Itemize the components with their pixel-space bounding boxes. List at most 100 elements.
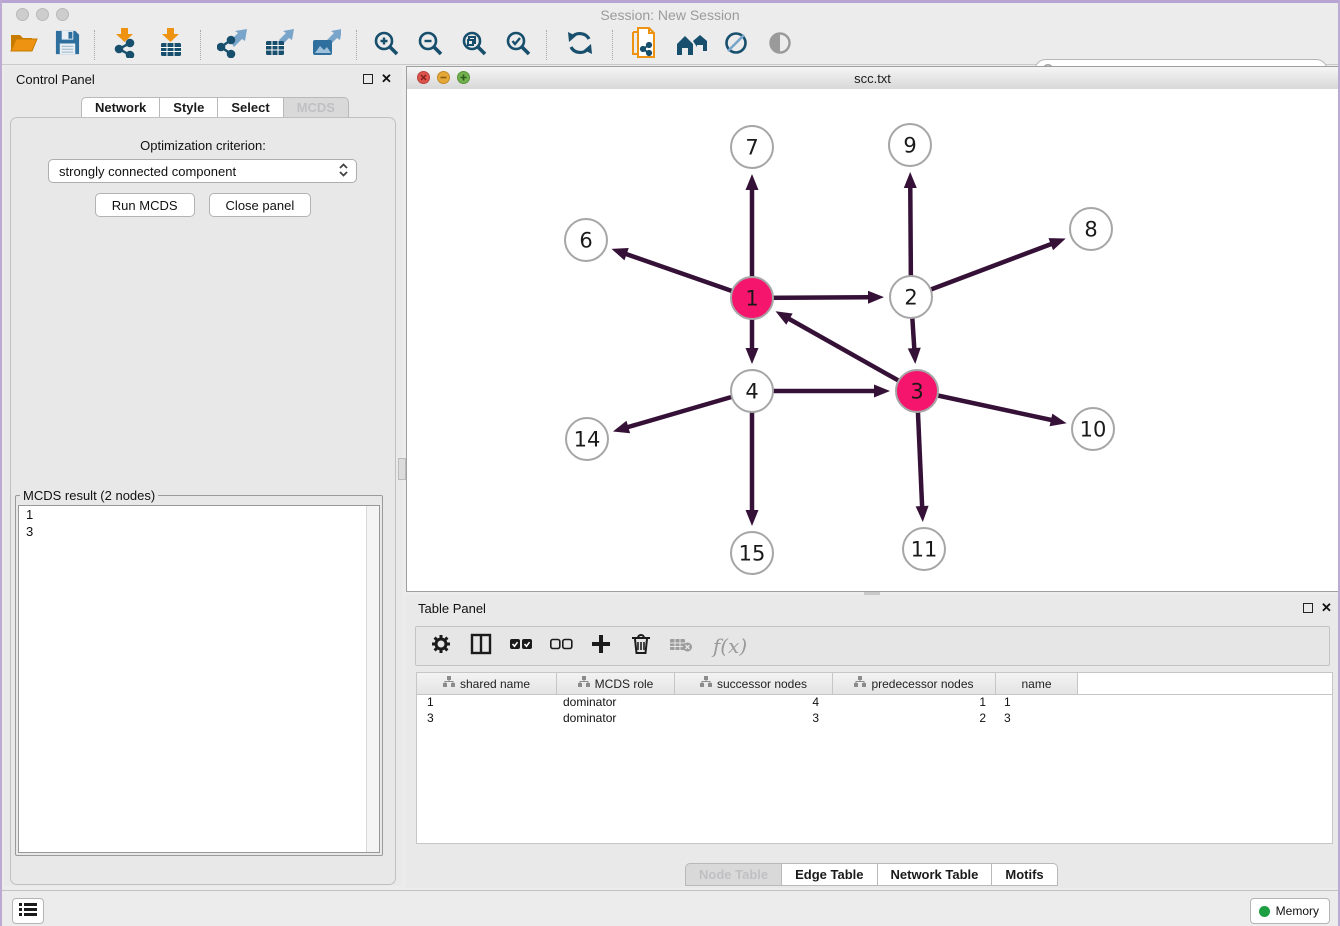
table-row[interactable]: 1dominator411 [417,695,1332,711]
tree-sort-icon [578,676,590,691]
zoom-in-button[interactable] [364,28,408,62]
import-table-button[interactable] [148,28,194,62]
column-header-shared-name[interactable]: shared name [417,673,557,694]
open-session-button[interactable] [2,28,46,62]
delete-column-button[interactable] [628,633,654,659]
result-scrollbar[interactable] [366,506,379,852]
task-history-button[interactable] [12,898,44,924]
zoom-fit-button[interactable] [452,28,496,62]
network-window-titlebar[interactable]: scc.txt [407,67,1338,90]
float-table-panel-icon[interactable] [1303,603,1313,613]
graph-node-label: 9 [903,133,916,157]
close-panel-button[interactable]: Close panel [209,193,312,217]
function-builder-button[interactable]: f(x) [708,633,752,659]
graph-edge[interactable] [911,244,1052,297]
table-cell-name[interactable]: 1 [996,695,1078,711]
zoom-selected-button[interactable] [496,28,540,62]
node-table: shared name MCDS role successor nodes pr… [416,672,1333,844]
edge-arrowhead-icon [611,248,628,260]
result-value: 3 [19,523,379,540]
tab-style[interactable]: Style [160,97,218,118]
splitter-handle[interactable] [398,458,406,480]
import-network-icon [111,28,139,63]
show-hide-button[interactable] [758,28,802,62]
memory-label: Memory [1276,904,1329,918]
split-view-button[interactable] [468,633,494,659]
tab-select[interactable]: Select [218,97,283,118]
export-network-button[interactable] [208,28,256,62]
graph-node-label: 11 [911,537,938,561]
table-cell-predecessor_nodes[interactable]: 1 [833,695,996,711]
status-bar: Memory [2,890,1338,926]
graph-edge[interactable] [789,319,917,391]
edge-arrowhead-icon [904,172,917,188]
plus-icon [591,634,611,659]
tree-sort-icon [700,676,712,691]
table-cell-mcds_role[interactable]: dominator [557,711,675,727]
graph-node-label: 8 [1084,217,1097,241]
list-icon [19,902,37,921]
mcds-result-list[interactable]: 1 3 [18,505,380,853]
graph-node-label: 2 [904,285,917,309]
close-panel-icon[interactable]: ✕ [381,73,392,85]
toggle-style-button[interactable] [714,28,758,62]
home-icon [675,30,707,61]
import-network-button[interactable] [102,28,148,62]
table-tabs: Node Table Edge Table Network Table Moti… [685,863,1058,886]
graph-node-label: 1 [745,286,758,310]
graph-node-label: 4 [745,379,758,403]
graph-node-label: 14 [574,427,601,451]
import-table-icon [158,28,184,63]
graph-node-label: 7 [745,135,758,159]
home-view-button[interactable] [668,28,714,62]
select-all-columns-button[interactable] [508,633,534,659]
zoom-out-button[interactable] [408,28,452,62]
table-cell-shared_name[interactable]: 1 [417,695,557,711]
mcds-tab-content: Optimization criterion: strongly connect… [10,117,396,885]
table-cell-predecessor_nodes[interactable]: 2 [833,711,996,727]
mcds-result-title: MCDS result (2 nodes) [20,488,158,503]
edge-arrowhead-icon [746,510,759,526]
tab-mcds[interactable]: MCDS [284,97,349,118]
main-toolbar [2,26,1338,65]
tab-edge-table[interactable]: Edge Table [782,863,877,886]
tab-motifs[interactable]: Motifs [992,863,1057,886]
memory-button[interactable]: Memory [1250,898,1330,924]
table-cell-successor_nodes[interactable]: 3 [675,711,833,727]
tab-network-table[interactable]: Network Table [878,863,993,886]
add-column-button[interactable] [588,633,614,659]
style-slash-icon [723,30,749,61]
export-table-button[interactable] [256,28,302,62]
graph-node-label: 10 [1080,417,1107,441]
network-file-icon [630,27,658,64]
network-canvas[interactable]: 1234678910111415 [407,89,1338,591]
edge-arrowhead-icon [746,348,759,364]
tab-node-table[interactable]: Node Table [685,863,782,886]
refresh-view-button[interactable] [554,28,606,62]
table-cell-shared_name[interactable]: 3 [417,711,557,727]
memory-status-icon [1259,906,1270,917]
column-header-predecessor-nodes[interactable]: predecessor nodes [833,673,996,694]
close-table-panel-icon[interactable]: ✕ [1321,602,1332,614]
save-session-button[interactable] [46,28,88,62]
table-row[interactable]: 3dominator323 [417,711,1332,727]
export-image-icon [311,28,341,63]
tab-network[interactable]: Network [81,97,160,118]
run-mcds-button[interactable]: Run MCDS [95,193,195,217]
trash-icon [631,633,651,660]
export-network-icon [217,28,247,63]
table-cell-successor_nodes[interactable]: 4 [675,695,833,711]
table-cell-mcds_role[interactable]: dominator [557,695,675,711]
export-image-button[interactable] [302,28,350,62]
column-header-successor-nodes[interactable]: successor nodes [675,673,833,694]
deselect-all-columns-button[interactable] [548,633,574,659]
control-panel-title: Control Panel [16,72,95,87]
column-header-mcds-role[interactable]: MCDS role [557,673,675,694]
network-from-file-button[interactable] [620,28,668,62]
table-settings-button[interactable] [428,633,454,659]
column-header-name[interactable]: name [996,673,1078,694]
float-panel-icon[interactable] [363,74,373,84]
table-cell-name[interactable]: 3 [996,711,1078,727]
criterion-dropdown[interactable]: strongly connected component [48,159,357,183]
delete-table-button[interactable] [668,633,694,659]
